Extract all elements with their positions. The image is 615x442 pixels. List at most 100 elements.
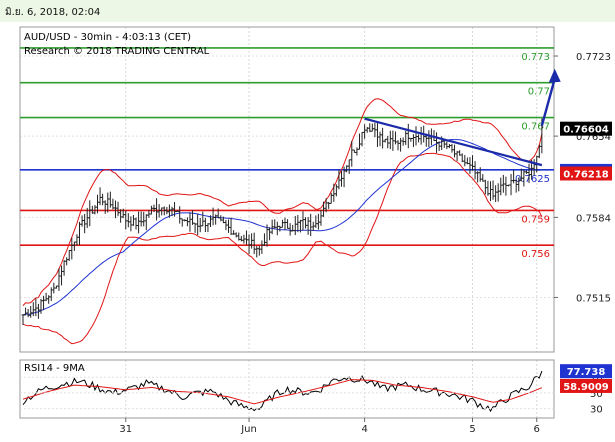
ohlc-bar	[119, 209, 123, 223]
ohlc-bar	[322, 201, 326, 217]
ohlc-bar	[131, 214, 135, 226]
ohlc-bar	[332, 183, 336, 202]
level-label: 0.77	[528, 87, 550, 98]
level-label: 0.773	[521, 52, 550, 63]
x-tick-label: 6	[534, 424, 540, 435]
ohlc-bar	[347, 159, 351, 174]
ohlc-bar	[124, 210, 128, 230]
ohlc-bar	[270, 219, 274, 235]
ohlc-bar	[255, 246, 259, 258]
ohlc-bar	[262, 233, 266, 247]
ohlc-bar	[375, 122, 379, 147]
ohlc-bar	[268, 227, 272, 241]
ohlc-bar	[383, 138, 387, 143]
ohlc-bar	[60, 265, 64, 286]
ohlc-bar	[193, 222, 197, 233]
ohlc-bar	[49, 287, 53, 302]
ohlc-bar	[327, 202, 331, 209]
ohlc-bar	[453, 144, 457, 158]
rsi-value-badge: 58.9009	[560, 378, 612, 393]
ohlc-bar	[460, 153, 464, 163]
ohlc-bar	[286, 219, 290, 229]
y-tick-label: 0.7584	[576, 213, 611, 224]
ohlc-bar	[224, 219, 228, 231]
ohlc-bar	[293, 215, 297, 236]
ohlc-bar	[483, 179, 487, 195]
ohlc-bar	[62, 260, 66, 276]
ohlc-bar	[275, 221, 279, 236]
ohlc-bar	[54, 285, 58, 289]
ohlc-bar	[214, 214, 218, 225]
ohlc-bar	[137, 211, 141, 234]
ohlc-bar	[427, 130, 431, 147]
price-bars	[21, 118, 544, 325]
ohlc-bar	[65, 257, 69, 266]
level-label: 0.7625	[515, 174, 550, 185]
ohlc-bar	[111, 198, 115, 210]
ohlc-bar	[237, 232, 241, 241]
bollinger-lower	[22, 152, 543, 345]
ohlc-bar	[185, 217, 189, 227]
ohlc-bar	[381, 127, 385, 149]
ohlc-bar	[98, 187, 102, 206]
ohlc-bar	[334, 184, 338, 197]
ohlc-bar	[399, 137, 403, 152]
ohlc-bar	[34, 298, 38, 317]
chart-subtitle: Research © 2018 TRADING CENTRAL	[24, 46, 210, 57]
ohlc-bar	[386, 135, 390, 149]
ohlc-bar	[445, 141, 449, 150]
ohlc-bar	[301, 211, 305, 231]
price-badges: 0.766040.762400.76218	[560, 121, 612, 181]
ohlc-bar	[340, 170, 344, 187]
bollinger-upper	[22, 98, 543, 306]
ohlc-bar	[283, 217, 287, 231]
ohlc-bar	[501, 174, 505, 193]
timestamp-label: มิ.ย. 6, 2018, 02:04	[5, 7, 100, 18]
ohlc-bar	[206, 223, 210, 233]
ohlc-bar	[509, 173, 513, 196]
ohlc-bar	[368, 123, 372, 133]
ohlc-bar	[288, 223, 292, 236]
ohlc-bar	[203, 217, 207, 233]
ohlc-bar	[160, 207, 164, 216]
ohlc-bar	[496, 183, 500, 202]
ohlc-bar	[360, 131, 364, 147]
ohlc-bar	[352, 149, 356, 153]
ohlc-bar	[42, 295, 46, 311]
ohlc-bar	[47, 295, 51, 304]
y-tick-label: 0.7515	[576, 293, 611, 304]
ohlc-bar	[183, 219, 187, 222]
ohlc-bar	[83, 213, 87, 234]
ohlc-bar	[75, 234, 79, 246]
ohlc-bar	[234, 232, 238, 238]
ohlc-bar	[393, 131, 397, 145]
ohlc-bar	[319, 209, 323, 226]
ohlc-bar	[355, 147, 359, 156]
ohlc-bar	[378, 131, 382, 147]
ohlc-bar	[499, 177, 503, 196]
price-badge: 0.76218	[560, 166, 612, 181]
price-badge: 0.76604	[560, 121, 612, 136]
ohlc-bar	[88, 200, 92, 227]
y-tick-label: 0.7723	[576, 52, 611, 63]
ohlc-bar	[450, 143, 454, 153]
ohlc-bar	[144, 214, 148, 231]
ohlc-bar	[488, 181, 492, 202]
ohlc-bar	[396, 140, 400, 151]
chart-window: มิ.ย. 6, 2018, 02:04 0.773 0.77 0.767 0.762…	[0, 0, 615, 442]
x-tick-label: 5	[469, 424, 475, 435]
ohlc-bar	[201, 211, 205, 227]
ohlc-bar	[250, 233, 254, 249]
ohlc-bar	[26, 308, 30, 318]
level-label: 0.759	[521, 214, 550, 225]
ohlc-bar	[458, 150, 462, 156]
ohlc-bar	[468, 157, 472, 174]
ohlc-bar	[273, 219, 277, 229]
ohlc-bar	[232, 230, 236, 235]
ohlc-bar	[304, 217, 308, 229]
ohlc-bar	[67, 250, 71, 261]
ohlc-bar	[178, 206, 182, 224]
ohlc-bar	[242, 234, 246, 244]
ohlc-bar	[491, 180, 495, 200]
ohlc-bar	[257, 246, 261, 256]
